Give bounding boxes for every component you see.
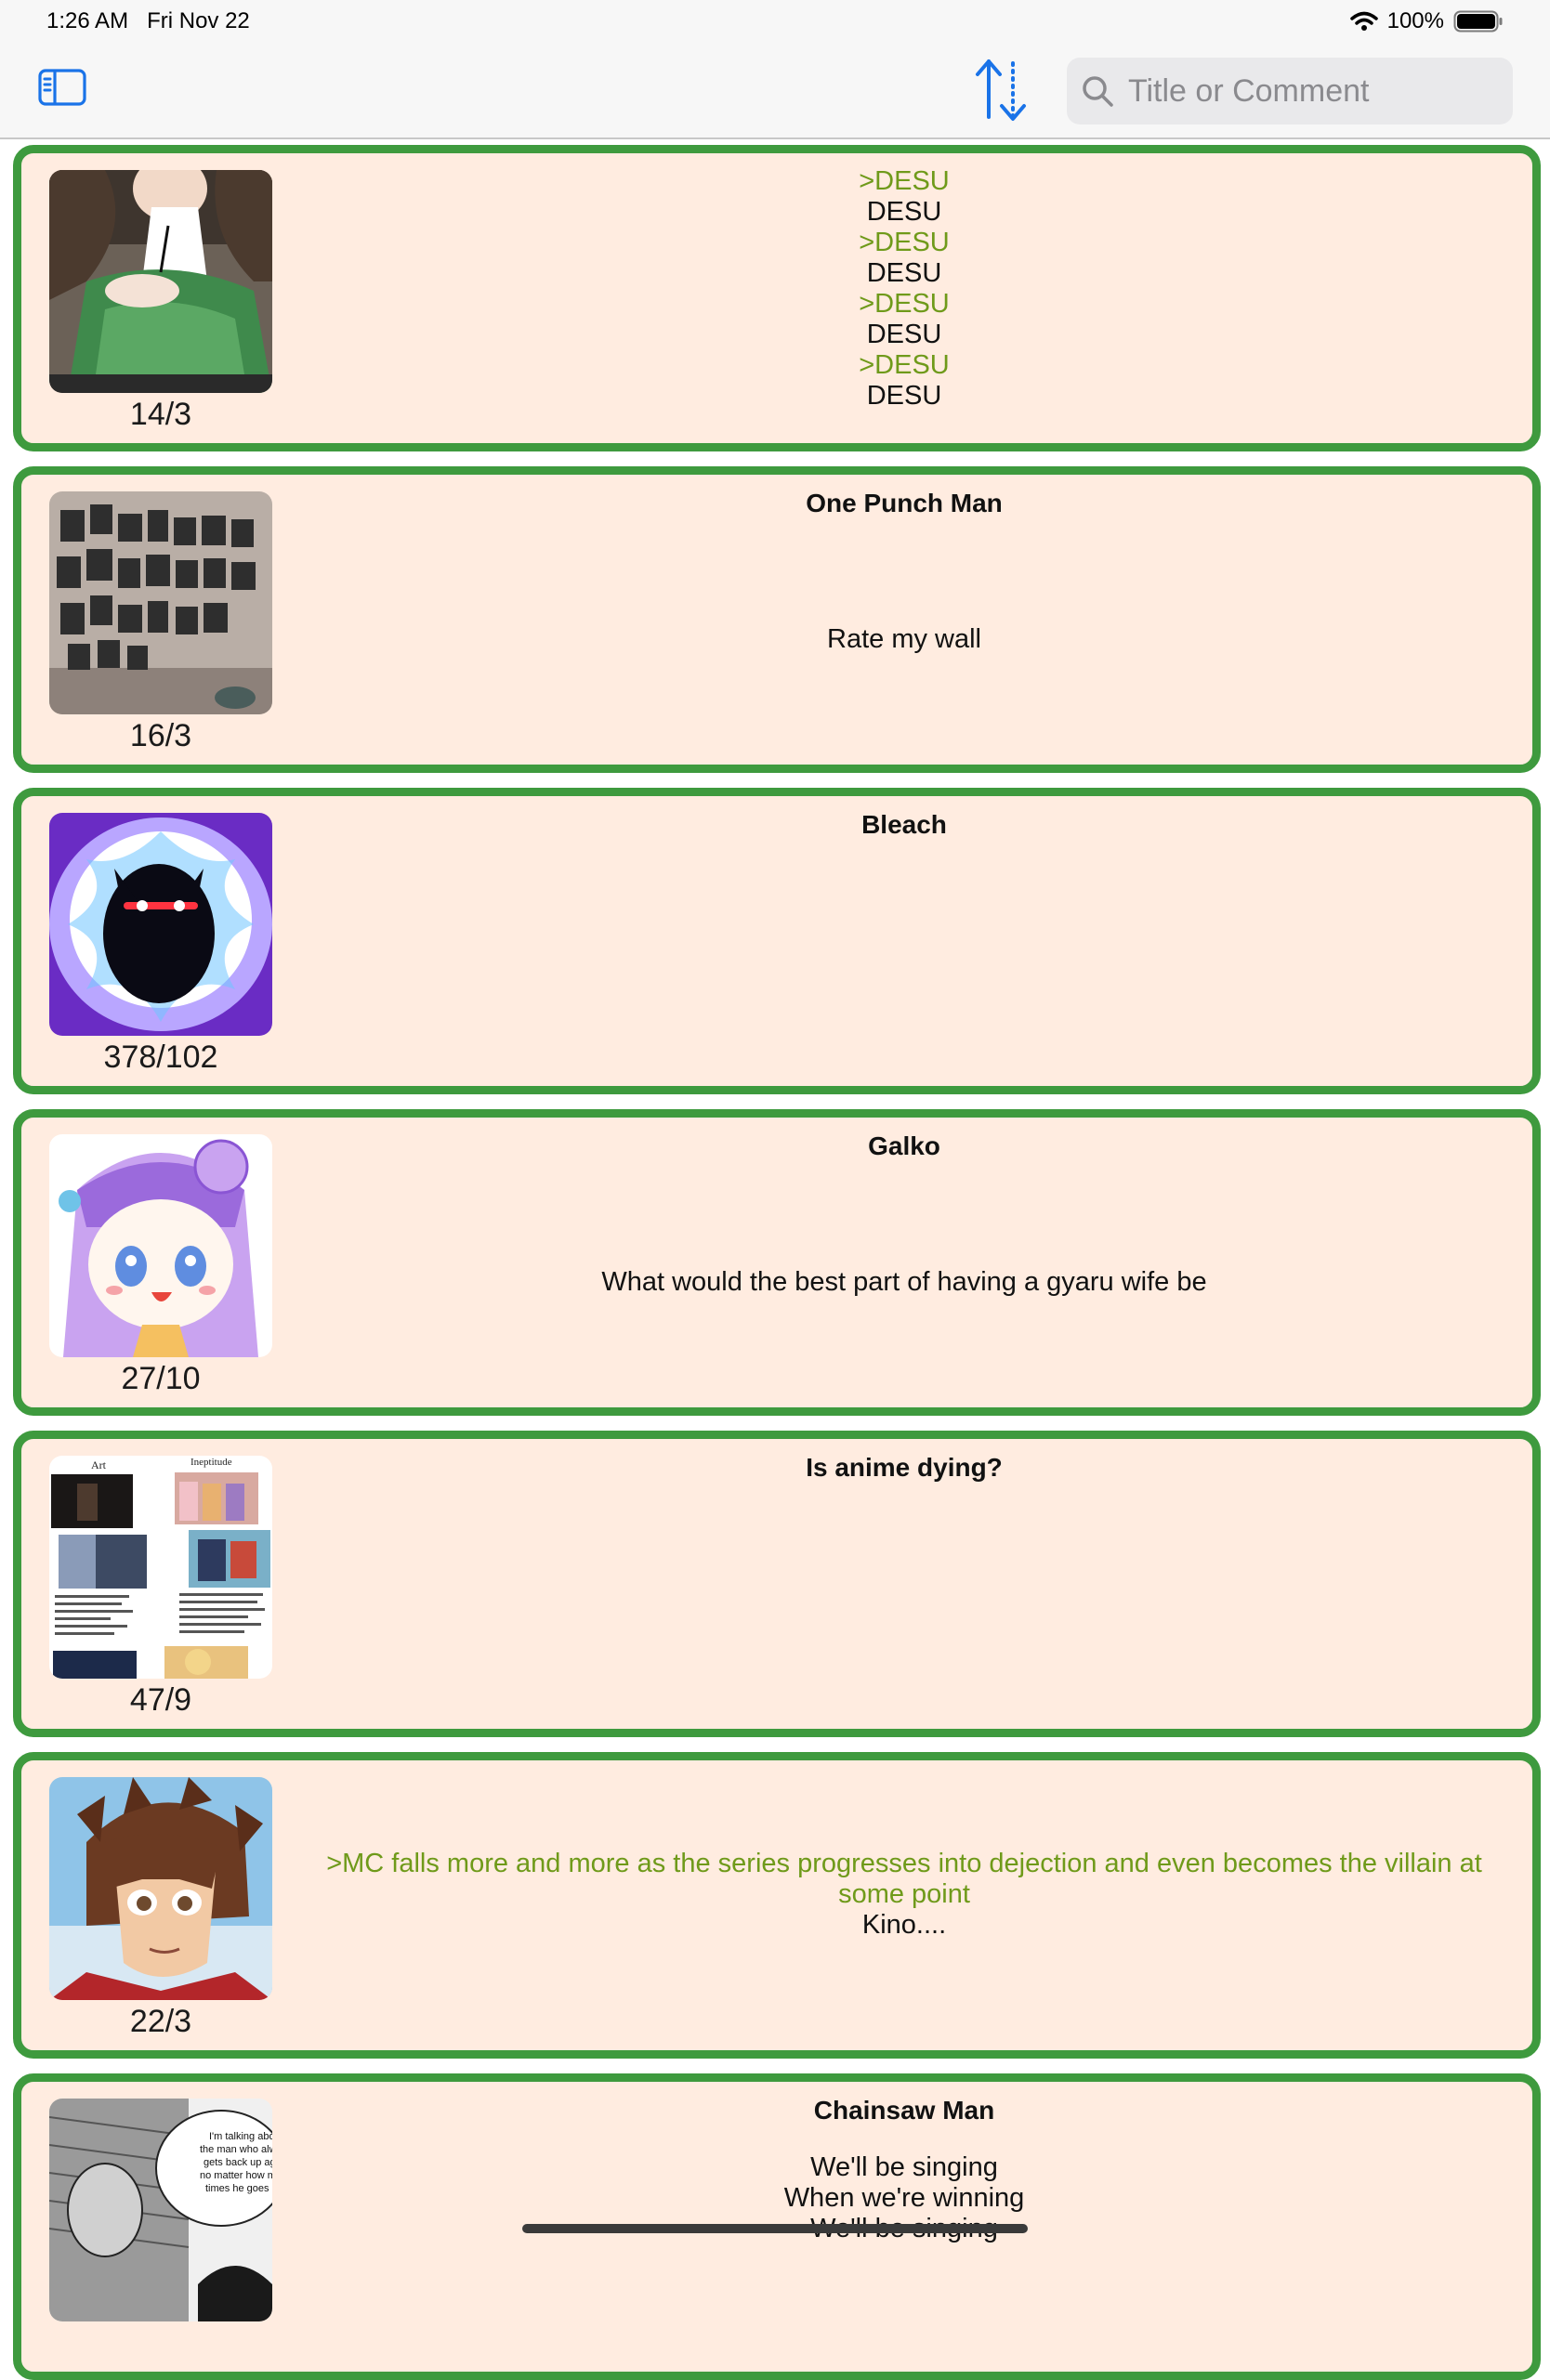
reply-image-count: 14/3 bbox=[129, 397, 192, 432]
reply-image-count: 47/9 bbox=[129, 1682, 192, 1718]
comment-line: What would the best part of having a gya… bbox=[601, 1267, 1207, 1297]
reply-image-count: 27/10 bbox=[121, 1361, 201, 1396]
thread-content: >MC falls more and more as the series pr… bbox=[300, 1849, 1508, 1941]
bubble-line: no matter how m bbox=[200, 2170, 272, 2181]
thread-thumbnail: Art Ineptitude bbox=[49, 1456, 272, 1679]
thread-thumbnail bbox=[49, 491, 272, 714]
reply-image-count: 378/102 bbox=[103, 1040, 218, 1075]
thread-content: Bleach bbox=[300, 809, 1508, 841]
svg-text:I'm talking abo the: I'm talking abo the man who alw gets bac… bbox=[200, 2131, 272, 2194]
thread-card[interactable]: 14/3 >DESU DESU >DESU DESU >DESU DESU >D… bbox=[13, 145, 1541, 451]
thread-title: Galko bbox=[868, 1131, 940, 1160]
greentext-line: >DESU bbox=[859, 166, 950, 196]
thread-card[interactable]: Art Ineptitude 47/9 Is anime dying? bbox=[13, 1431, 1541, 1737]
greentext-line: >MC falls more and more as the series pr… bbox=[326, 1849, 1482, 1909]
battery-icon bbox=[1453, 10, 1503, 33]
sort-button[interactable] bbox=[970, 56, 1031, 124]
search-icon bbox=[1083, 76, 1113, 107]
greentext-line: >DESU bbox=[859, 228, 950, 257]
battery-percent: 100% bbox=[1386, 8, 1444, 33]
nav-bar bbox=[0, 43, 1550, 139]
bubble-line: the man who alw bbox=[200, 2144, 272, 2155]
wifi-icon bbox=[1349, 11, 1378, 31]
thread-thumbnail bbox=[49, 170, 272, 393]
status-date: Fri Nov 22 bbox=[147, 8, 250, 33]
thread-content: One Punch Man Rate my wall bbox=[300, 488, 1508, 655]
status-bar: 1:26 AM Fri Nov 22 100% bbox=[0, 0, 1550, 43]
greentext-line: >DESU bbox=[859, 350, 950, 380]
thumb-text-ineptitude: Ineptitude bbox=[190, 1457, 232, 1468]
search-input[interactable] bbox=[1126, 72, 1502, 111]
thread-title: One Punch Man bbox=[806, 489, 1003, 517]
status-clock: 1:26 AM bbox=[46, 8, 129, 33]
thread-title: Is anime dying? bbox=[806, 1453, 1003, 1482]
bubble-line: times he goes do bbox=[205, 2183, 272, 2194]
comment-line: When we're winning bbox=[783, 2183, 1025, 2213]
reply-image-count: 22/3 bbox=[129, 2004, 192, 2039]
sidebar-icon bbox=[38, 69, 86, 106]
greentext-line: >DESU bbox=[859, 289, 950, 319]
comment-line: DESU bbox=[866, 197, 942, 227]
comment-line: DESU bbox=[866, 320, 942, 349]
thread-card[interactable]: 16/3 One Punch Man Rate my wall bbox=[13, 466, 1541, 773]
sort-arrows-icon bbox=[976, 59, 1026, 121]
thread-thumbnail bbox=[49, 1134, 272, 1357]
comment-line: DESU bbox=[866, 258, 942, 288]
comment-line: Kino.... bbox=[861, 1910, 947, 1940]
sidebar-toggle-button[interactable] bbox=[37, 67, 93, 113]
thread-content: Is anime dying? bbox=[300, 1452, 1508, 1484]
thread-card[interactable]: 378/102 Bleach bbox=[13, 788, 1541, 1094]
thread-thumbnail: I'm talking abo the man who alw gets bac… bbox=[49, 2099, 272, 2321]
reply-image-count: 16/3 bbox=[129, 718, 192, 753]
home-indicator[interactable] bbox=[522, 2224, 1028, 2233]
thread-content: Galko What would the best part of having… bbox=[300, 1131, 1508, 1298]
thread-content: Chainsaw Man We'll be singing When we're… bbox=[300, 2095, 1508, 2244]
comment-line: Rate my wall bbox=[827, 624, 981, 654]
status-time: 1:26 AM Fri Nov 22 bbox=[46, 8, 250, 34]
thread-title: Chainsaw Man bbox=[813, 2096, 995, 2125]
search-bar[interactable] bbox=[1067, 58, 1513, 124]
comment-line: We'll be singing bbox=[810, 2152, 998, 2182]
bubble-line: gets back up ag bbox=[204, 2157, 272, 2168]
thumb-text-art: Art bbox=[91, 1458, 107, 1471]
thread-content: >DESU DESU >DESU DESU >DESU DESU >DESU D… bbox=[300, 166, 1508, 412]
comment-line: DESU bbox=[866, 381, 942, 411]
thread-thumbnail bbox=[49, 813, 272, 1036]
bubble-line: I'm talking abo bbox=[209, 2131, 272, 2142]
thread-title: Bleach bbox=[861, 810, 947, 839]
thread-thumbnail bbox=[49, 1777, 272, 2000]
thread-card[interactable]: 22/3 >MC falls more and more as the seri… bbox=[13, 1752, 1541, 2059]
status-indicators: 100% bbox=[1349, 8, 1504, 34]
thread-card[interactable]: 27/10 Galko What would the best part of … bbox=[13, 1109, 1541, 1416]
